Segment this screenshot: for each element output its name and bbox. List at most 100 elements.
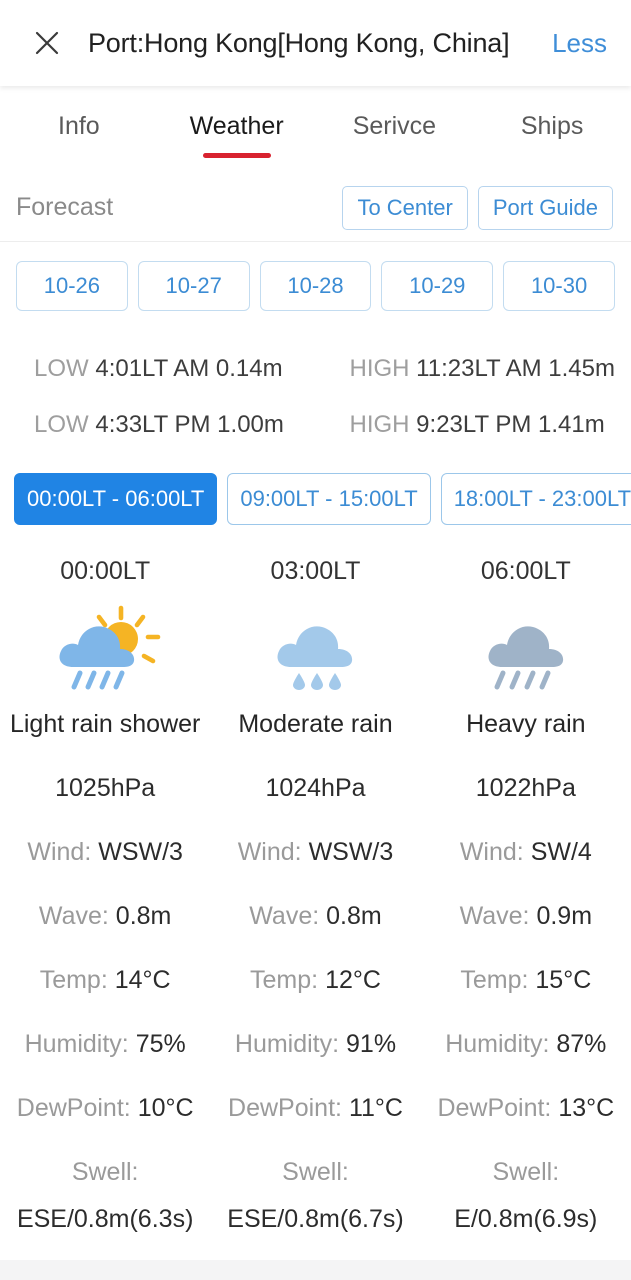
date-chip-4[interactable]: 10-30 [503, 261, 615, 311]
column-humidity: Humidity: 91% [210, 995, 420, 1059]
less-link[interactable]: Less [542, 28, 607, 59]
active-tab-underline [202, 153, 271, 158]
time-range-chip-0[interactable]: 00:00LT - 06:00LT [14, 473, 218, 525]
forecast-column: 00:00LT Light rain shower 1025hPa Wind: … [0, 525, 210, 1234]
humidity-label: Humidity: [234, 1030, 340, 1058]
column-description: Moderate rain [238, 710, 393, 738]
tide-row: HIGH 9:23LT PM 1.41m [316, 397, 631, 453]
dewpoint-label: DewPoint: [16, 1094, 131, 1122]
tide-table: LOW 4:01LT AM 0.14m HIGH 11:23LT AM 1.45… [0, 331, 631, 459]
column-temp: Temp: 12°C [210, 931, 420, 995]
tab-serivce-label: Serivce [352, 112, 437, 140]
date-chip-0[interactable]: 10-26 [16, 261, 128, 311]
wave-value: 0.8m [326, 902, 382, 930]
column-description: Heavy rain [466, 710, 586, 738]
column-wave: Wave: 0.8m [0, 867, 210, 931]
tide-tag: HIGH [349, 355, 410, 382]
tide-tag: HIGH [349, 411, 410, 438]
date-chip-2[interactable]: 10-28 [259, 261, 372, 311]
tab-info-label: Info [58, 112, 100, 140]
date-chip-3[interactable]: 10-29 [381, 261, 494, 311]
column-pressure: 1024hPa [265, 774, 366, 802]
to-center-button[interactable]: To Center [342, 185, 468, 230]
temp-label: Temp: [39, 966, 108, 994]
column-pressure: 1022hPa [475, 774, 576, 802]
sun-cloud-rain-icon [0, 602, 210, 694]
swell-label: Swell: [492, 1158, 560, 1186]
humidity-label: Humidity: [24, 1030, 129, 1058]
temp-value: 15°C [535, 966, 592, 994]
forecast-header-row: Forecast To Center Port Guide [0, 174, 631, 242]
column-dewpoint: DewPoint: 10°C [0, 1059, 210, 1123]
time-range-chip-2[interactable]: 18:00LT - 23:00LT [440, 473, 631, 525]
close-icon[interactable] [28, 24, 66, 62]
tide-row: HIGH 11:23LT AM 1.45m [316, 341, 631, 397]
tab-weather-label: Weather [190, 112, 284, 158]
humidity-label: Humidity: [445, 1030, 550, 1058]
wind-label: Wind: [459, 838, 524, 866]
temp-label: Temp: [250, 966, 319, 994]
dewpoint-value: 11°C [348, 1094, 403, 1122]
tide-row: LOW 4:01LT AM 0.14m [0, 341, 316, 397]
column-temp: Temp: 15°C [421, 931, 631, 995]
temp-value: 12°C [325, 966, 381, 994]
time-range-chip-1[interactable]: 09:00LT - 15:00LT [227, 473, 431, 525]
dewpoint-value: 10°C [137, 1094, 194, 1122]
temp-label: Temp: [460, 966, 529, 994]
wave-value: 0.8m [115, 902, 172, 930]
column-wave: Wave: 0.9m [421, 867, 631, 931]
tab-bar: Info Weather Serivce Ships [0, 86, 631, 174]
time-range-selector: 00:00LT - 06:00LT 09:00LT - 15:00LT 18:0… [0, 459, 631, 525]
temp-value: 14°C [114, 966, 171, 994]
humidity-value: 75% [135, 1030, 186, 1058]
column-dewpoint: DewPoint: 13°C [421, 1059, 631, 1123]
column-time: 03:00LT [270, 557, 361, 585]
tab-info[interactable]: Info [0, 102, 158, 141]
swell-label: Swell: [71, 1158, 139, 1186]
wave-label: Wave: [249, 902, 320, 930]
humidity-value: 87% [556, 1030, 607, 1058]
cloud-heavy-rain-icon [421, 602, 631, 694]
dewpoint-value: 13°C [558, 1094, 615, 1122]
date-selector: 10-26 10-27 10-28 10-29 10-30 [0, 242, 631, 331]
tide-tag: LOW [34, 355, 89, 382]
page-title: Port:Hong Kong[Hong Kong, China] [88, 27, 510, 58]
wind-label: Wind: [27, 838, 92, 866]
column-description: Light rain shower [9, 710, 201, 738]
cloud-rain-icon [210, 602, 420, 694]
forecast-column: 06:00LT Heavy rain 1022hPa Wind: SW/4 Wa… [421, 525, 631, 1234]
dewpoint-label: DewPoint: [228, 1094, 342, 1122]
swell-value: ESE/0.8m(6.3s) [16, 1205, 194, 1233]
column-humidity: Humidity: 75% [0, 995, 210, 1059]
weather-content: Forecast To Center Port Guide 10-26 10-2… [0, 174, 631, 1260]
tide-row: LOW 4:33LT PM 1.00m [0, 397, 316, 453]
forecast-column: 03:00LT Moderate rain 1024hPa Wind: WSW/… [210, 525, 420, 1234]
column-dewpoint: DewPoint: 11°C [210, 1059, 420, 1123]
tab-ships[interactable]: Ships [473, 102, 631, 141]
swell-value: E/0.8m(6.9s) [454, 1205, 598, 1233]
swell-value: ESE/0.8m(6.7s) [227, 1205, 404, 1233]
wind-value: WSW/3 [98, 838, 183, 866]
column-humidity: Humidity: 87% [421, 995, 631, 1059]
port-guide-button[interactable]: Port Guide [477, 185, 613, 230]
tab-weather[interactable]: Weather [158, 102, 316, 158]
title-bar: Port:Hong Kong[Hong Kong, China] Less [0, 0, 631, 86]
date-chip-1[interactable]: 10-27 [137, 261, 250, 311]
wave-value: 0.9m [536, 902, 593, 930]
column-wind: Wind: WSW/3 [0, 803, 210, 867]
tide-value: 9:23LT PM 1.41m [416, 411, 605, 438]
column-time: 06:00LT [480, 557, 571, 585]
column-temp: Temp: 14°C [0, 931, 210, 995]
tide-value: 4:01LT AM 0.14m [95, 355, 283, 382]
tab-ships-label: Ships [520, 112, 584, 140]
tab-serivce[interactable]: Serivce [316, 102, 474, 141]
wave-label: Wave: [459, 902, 530, 930]
tide-tag: LOW [34, 411, 89, 438]
column-wind: Wind: SW/4 [421, 803, 631, 867]
forecast-actions: To Center Port Guide [342, 185, 613, 230]
column-pressure: 1025hPa [55, 774, 156, 802]
column-time: 00:00LT [60, 557, 151, 585]
column-wind: Wind: WSW/3 [210, 803, 420, 867]
forecast-columns: 00:00LT Light rain shower 1025hPa Wind: … [0, 525, 631, 1260]
swell-label: Swell: [282, 1158, 349, 1186]
